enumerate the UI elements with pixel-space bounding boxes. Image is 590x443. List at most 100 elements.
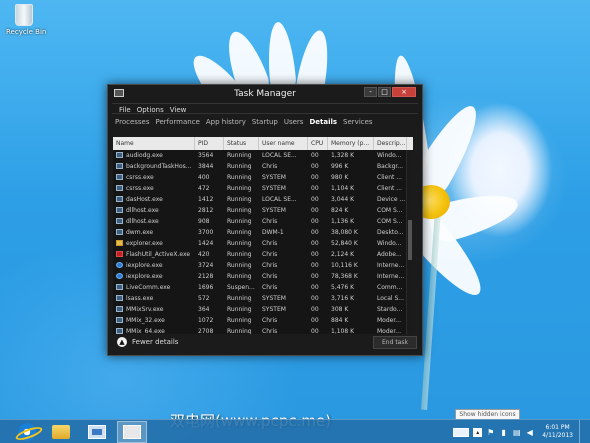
chevron-up-icon: ▲: [117, 337, 127, 347]
taskbar-internet-explorer[interactable]: [12, 421, 42, 443]
table-row[interactable]: csrss.exe 472 Running SYSTEM 00 1,104 K Client…: [113, 183, 413, 194]
table-row[interactable]: FlashUtil_ActiveX.exe 420 Running Chris 00 2,…: [113, 249, 413, 260]
cell-name: audiodg.exe: [113, 152, 195, 159]
column-header-name[interactable]: Name: [113, 137, 195, 150]
table-row[interactable]: dwm.exe 3700 Running DWM-1 00 38,080 K Deskto.…: [113, 227, 413, 238]
fewer-details-button[interactable]: ▲ Fewer details: [113, 337, 178, 347]
table-row[interactable]: MMixSrv.exe 364 Running SYSTEM 00 308 K Stardo…: [113, 304, 413, 315]
cell-desc: Interne...: [377, 262, 405, 269]
tab-processes[interactable]: Processes: [115, 118, 150, 130]
app-icon: [116, 163, 123, 169]
column-header-description[interactable]: Descrip...: [374, 137, 407, 150]
table-row[interactable]: iexplore.exe 3724 Running Chris 00 10,116 K In…: [113, 260, 413, 271]
cell-name: csrss.exe: [113, 185, 195, 192]
cell-name: lsass.exe: [113, 295, 195, 302]
cell-mem: 3,716 K: [331, 295, 355, 302]
clock[interactable]: 6:01 PM 4/11/2013: [542, 424, 573, 440]
network-icon[interactable]: ▤: [512, 428, 521, 437]
cell-pid: 2708: [198, 328, 214, 334]
app-icon: [116, 174, 123, 180]
close-button[interactable]: ×: [392, 87, 416, 97]
table-row[interactable]: MMix_64.exe 2708 Running Chris 00 1,108 K Mode…: [113, 326, 413, 334]
show-hidden-icons-button[interactable]: ▴: [473, 427, 483, 437]
action-center-flag-icon[interactable]: ⚑: [486, 428, 495, 437]
table-header: Name PID Status User name CPU Memory (p.…: [113, 137, 413, 150]
cell-pid: 364: [198, 306, 210, 313]
cell-user: SYSTEM: [262, 306, 286, 313]
maximize-button[interactable]: □: [378, 87, 391, 97]
cell-pid: 3724: [198, 262, 214, 269]
column-header-memory[interactable]: Memory (p...: [328, 137, 374, 150]
cell-status: Running: [227, 229, 252, 236]
cell-cpu: 00: [311, 207, 319, 214]
tab-app-history[interactable]: App history: [206, 118, 246, 130]
table-row[interactable]: dllhost.exe 2812 Running SYSTEM 00 824 K COM S…: [113, 205, 413, 216]
cell-desc: COM S...: [377, 218, 403, 225]
process-name: dwm.exe: [126, 229, 154, 236]
cell-pid: 1412: [198, 196, 214, 203]
touch-keyboard-icon[interactable]: [453, 427, 470, 437]
vertical-scrollbar[interactable]: [406, 150, 413, 334]
cell-desc: Stardo...: [377, 306, 403, 313]
ie-icon: [116, 273, 123, 279]
cell-status: Running: [227, 295, 252, 302]
cell-user: Chris: [262, 163, 278, 170]
menu-options[interactable]: Options: [137, 106, 164, 114]
table-row[interactable]: iexplore.exe 2128 Running Chris 00 78,368 K In…: [113, 271, 413, 282]
process-name: FlashUtil_ActiveX.exe: [126, 251, 191, 258]
process-name: iexplore.exe: [126, 273, 163, 280]
cell-user: SYSTEM: [262, 207, 286, 214]
tab-bar: Processes Performance App history Startu…: [108, 114, 422, 130]
tab-details[interactable]: Details: [309, 118, 337, 130]
table-row[interactable]: LiveComm.exe 1696 Suspen... Chris 00 5,476 K C…: [113, 282, 413, 293]
cell-mem: 1,136 K: [331, 218, 355, 225]
table-row[interactable]: audiodg.exe 3564 Running LOCAL SE... 00 1,328…: [113, 150, 413, 161]
cell-cpu: 00: [311, 251, 319, 258]
end-task-button[interactable]: End task: [373, 335, 417, 349]
cell-pid: 400: [198, 174, 210, 181]
cell-pid: 420: [198, 251, 210, 258]
tab-services[interactable]: Services: [343, 118, 373, 130]
taskbar-control-panel[interactable]: [82, 421, 112, 443]
table-row[interactable]: lsass.exe 572 Running SYSTEM 00 3,716 K Local …: [113, 293, 413, 304]
column-header-user[interactable]: User name: [259, 137, 308, 150]
menu-view[interactable]: View: [170, 106, 187, 114]
recycle-bin[interactable]: Recycle Bin: [6, 4, 46, 36]
show-desktop-button[interactable]: [579, 420, 584, 443]
table-row[interactable]: MMix_32.exe 1072 Running Chris 00 884 K Moder.…: [113, 315, 413, 326]
cell-cpu: 00: [311, 262, 319, 269]
table-row[interactable]: explorer.exe 1424 Running Chris 00 52,840 K Wi…: [113, 238, 413, 249]
cell-desc: Client ...: [377, 174, 402, 181]
table-row[interactable]: dasHost.exe 1412 Running LOCAL SE... 00 3,044…: [113, 194, 413, 205]
power-icon[interactable]: ▮: [499, 428, 508, 437]
menu-bar: File Options View: [112, 103, 418, 114]
window-controls: - □ ×: [364, 87, 416, 97]
column-header-pid[interactable]: PID: [195, 137, 224, 150]
cell-user: SYSTEM: [262, 185, 286, 192]
table-row[interactable]: backgroundTaskHos... 3844 Running Chris 00 99…: [113, 161, 413, 172]
cell-desc: Adobe...: [377, 251, 402, 258]
table-row[interactable]: dllhost.exe 908 Running Chris 00 1,136 K COM S…: [113, 216, 413, 227]
taskbar-file-explorer[interactable]: [46, 421, 76, 443]
cell-user: Chris: [262, 240, 278, 247]
scrollbar-thumb[interactable]: [408, 220, 412, 260]
process-name: MMix_64.exe: [126, 328, 165, 334]
app-icon: [116, 317, 123, 323]
tab-startup[interactable]: Startup: [252, 118, 278, 130]
cell-status: Running: [227, 174, 252, 181]
taskbar-task-manager[interactable]: [117, 421, 147, 443]
tab-performance[interactable]: Performance: [156, 118, 200, 130]
title-bar[interactable]: Task Manager - □ ×: [108, 85, 422, 103]
cell-cpu: 00: [311, 284, 319, 291]
tab-users[interactable]: Users: [284, 118, 304, 130]
app-icon: [116, 152, 123, 158]
table-row[interactable]: csrss.exe 400 Running SYSTEM 00 980 K Client .…: [113, 172, 413, 183]
process-name: explorer.exe: [126, 240, 163, 247]
minimize-button[interactable]: -: [364, 87, 377, 97]
column-header-cpu[interactable]: CPU: [308, 137, 328, 150]
cell-pid: 908: [198, 218, 210, 225]
menu-file[interactable]: File: [119, 106, 131, 114]
column-header-status[interactable]: Status: [224, 137, 259, 150]
folder-icon: [52, 425, 70, 439]
volume-icon[interactable]: ◀: [525, 428, 534, 437]
